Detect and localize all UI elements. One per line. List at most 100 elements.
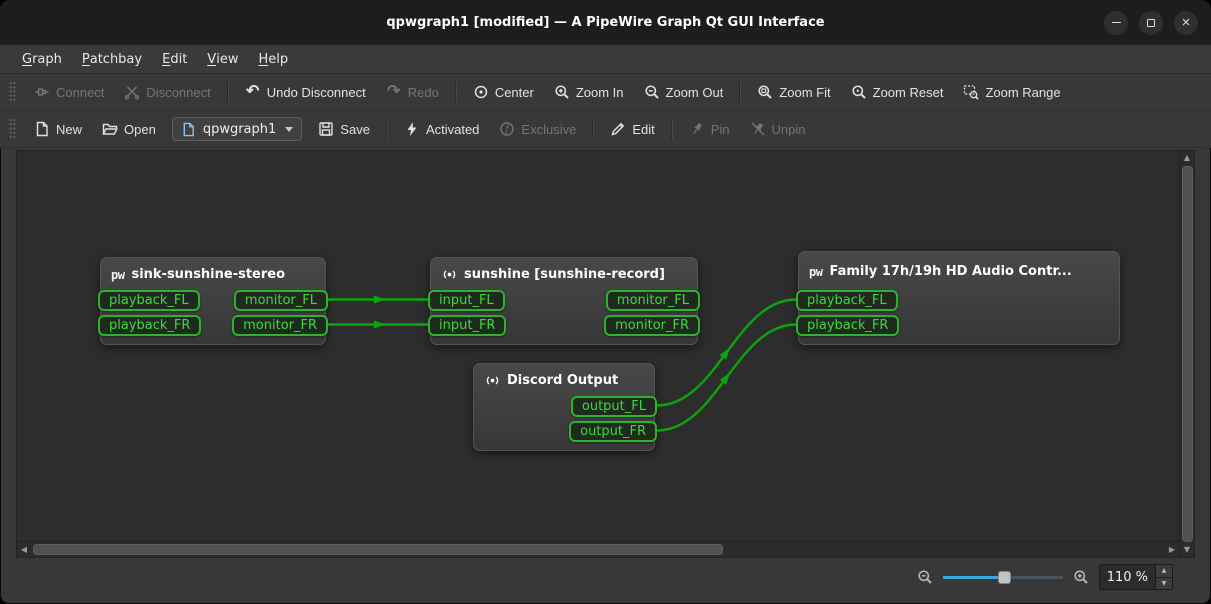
zoom-fit-label: Zoom Fit — [779, 84, 831, 100]
zoom-reset-button[interactable]: Zoom Reset — [842, 79, 953, 105]
port-monitor-fl[interactable]: monitor_FL — [233, 290, 328, 311]
port-input-fl[interactable]: input_FL — [428, 290, 505, 311]
spinbox-steppers: ▲ ▼ — [1155, 565, 1172, 589]
unpin-button[interactable]: Unpin — [741, 116, 815, 142]
port-input-fr[interactable]: input_FR — [428, 315, 507, 336]
port-output-fl[interactable]: output_FL — [570, 396, 657, 417]
new-button[interactable]: New — [25, 116, 91, 142]
port-monitor-fr[interactable]: monitor_FR — [604, 315, 700, 336]
activated-lightning-icon — [404, 121, 420, 137]
minimize-button[interactable] — [1104, 10, 1128, 35]
zoom-slider-handle[interactable] — [997, 571, 1011, 584]
session-combo-value: qpwgraph1 — [202, 121, 277, 137]
port-playback-fl[interactable]: playback_FL — [796, 290, 898, 311]
spin-up-icon[interactable]: ▲ — [1156, 565, 1172, 578]
port-playback-fr[interactable]: playback_FR — [796, 315, 900, 336]
menu-edit[interactable]: Edit — [152, 45, 197, 73]
node-sink-sunshine-stereo[interactable]: pw sink-sunshine-stereo playback_FL play… — [98, 257, 328, 345]
chevron-down-icon — [285, 126, 294, 132]
node-discord-output[interactable]: Discord Output output_FL output_FR — [473, 363, 657, 451]
node-header: Discord Output — [474, 364, 654, 396]
pin-button[interactable]: Pin — [680, 116, 739, 142]
zoom-spinbox[interactable]: 110 % ▲ ▼ — [1098, 564, 1173, 590]
zoom-value[interactable]: 110 % — [1100, 565, 1155, 589]
save-button[interactable]: Save — [309, 116, 379, 142]
center-button[interactable]: Center — [464, 79, 543, 105]
exclusive-icon: f — [499, 121, 515, 137]
toolbar-handle[interactable] — [9, 81, 16, 103]
connection-arrow-icon — [374, 295, 386, 304]
zoom-fit-button[interactable]: Zoom Fit — [748, 79, 839, 105]
edit-button[interactable]: Edit — [601, 116, 663, 142]
zoom-out-label: Zoom Out — [665, 84, 724, 100]
node-header: sunshine [sunshine-record] — [431, 258, 697, 290]
zoom-in-small-icon[interactable] — [1073, 569, 1089, 585]
redo-icon: ↷ — [387, 83, 401, 100]
connect-button[interactable]: Connect — [25, 79, 113, 105]
zoom-out-small-icon[interactable] — [917, 569, 933, 585]
node-title: Discord Output — [507, 373, 619, 388]
toolbar-separator — [385, 118, 388, 140]
node-sunshine-record[interactable]: sunshine [sunshine-record] input_FL inpu… — [428, 257, 700, 345]
edit-label: Edit — [632, 121, 655, 137]
central-area: pw sink-sunshine-stereo playback_FL play… — [0, 148, 1211, 558]
undo-disconnect-button[interactable]: ↶ Undo Disconnect — [236, 79, 375, 105]
zoom-range-label: Zoom Range — [985, 84, 1061, 100]
menu-graph[interactable]: Graph — [12, 45, 72, 73]
connect-label: Connect — [56, 84, 105, 100]
node-family-audio-controller[interactable]: pw Family 17h/19h HD Audio Contr... play… — [796, 251, 1120, 345]
file-toolbar: New Open qpwgraph1 Save Activated f Excl… — [0, 111, 1211, 148]
scroll-down-icon[interactable]: ▼ — [1180, 543, 1194, 557]
menubar: Graph Patchbay Edit View Help — [0, 45, 1211, 74]
zoom-slider[interactable] — [942, 569, 1063, 585]
save-label: Save — [340, 121, 370, 137]
zoom-out-icon — [644, 84, 660, 100]
toolbar-handle[interactable] — [9, 118, 16, 140]
menu-view[interactable]: View — [197, 45, 248, 73]
spin-down-icon[interactable]: ▼ — [1156, 577, 1172, 589]
horizontal-scroll-thumb[interactable] — [33, 544, 723, 555]
redo-button[interactable]: ↷ Redo — [377, 79, 448, 105]
toolbar-separator — [739, 81, 742, 103]
activated-button[interactable]: Activated — [395, 116, 488, 142]
zoom-out-button[interactable]: Zoom Out — [635, 79, 733, 105]
menu-help[interactable]: Help — [248, 45, 298, 73]
zoom-range-button[interactable]: Zoom Range — [954, 79, 1069, 105]
open-button[interactable]: Open — [93, 116, 165, 142]
vertical-scrollbar[interactable]: ▲ ▼ — [1180, 150, 1195, 558]
session-file-icon — [181, 121, 197, 137]
session-combo[interactable]: qpwgraph1 — [171, 117, 303, 141]
window-title: qpwgraph1 [modified] — A PipeWire Graph … — [386, 15, 825, 30]
titlebar[interactable]: qpwgraph1 [modified] — A PipeWire Graph … — [0, 0, 1211, 45]
graph-canvas[interactable]: pw sink-sunshine-stereo playback_FL play… — [16, 150, 1180, 542]
unpin-label: Unpin — [771, 121, 806, 137]
disconnect-button[interactable]: Disconnect — [115, 79, 219, 105]
maximize-button[interactable] — [1139, 10, 1163, 35]
scroll-right-icon[interactable]: ▶ — [1165, 542, 1179, 557]
pin-label: Pin — [710, 121, 730, 137]
scroll-left-icon[interactable]: ◀ — [17, 542, 31, 557]
node-title: Family 17h/19h HD Audio Contr... — [829, 264, 1072, 279]
scroll-up-icon[interactable]: ▲ — [1180, 151, 1194, 165]
activated-label: Activated — [425, 121, 480, 137]
port-monitor-fr[interactable]: monitor_FR — [232, 315, 328, 336]
close-button[interactable]: × — [1174, 10, 1198, 35]
toolbar-separator — [670, 118, 673, 140]
toolbar-separator — [592, 118, 595, 140]
exclusive-label: Exclusive — [521, 121, 577, 137]
port-playback-fr[interactable]: playback_FR — [98, 315, 202, 336]
zoom-slider-fill — [942, 576, 1005, 579]
new-label: New — [56, 121, 83, 137]
port-playback-fl[interactable]: playback_FL — [98, 290, 200, 311]
node-title: sink-sunshine-stereo — [131, 267, 286, 282]
disconnect-label: Disconnect — [146, 84, 211, 100]
horizontal-scrollbar[interactable]: ◀ ▶ — [16, 542, 1180, 558]
zoom-fit-icon — [757, 84, 773, 100]
menu-patchbay[interactable]: Patchbay — [72, 45, 152, 73]
zoom-in-button[interactable]: Zoom In — [545, 79, 633, 105]
exclusive-button[interactable]: f Exclusive — [490, 116, 585, 142]
port-output-fr[interactable]: output_FR — [569, 421, 657, 442]
maximize-icon — [1147, 18, 1155, 27]
port-monitor-fl[interactable]: monitor_FL — [605, 290, 700, 311]
vertical-scroll-thumb[interactable] — [1181, 166, 1193, 542]
